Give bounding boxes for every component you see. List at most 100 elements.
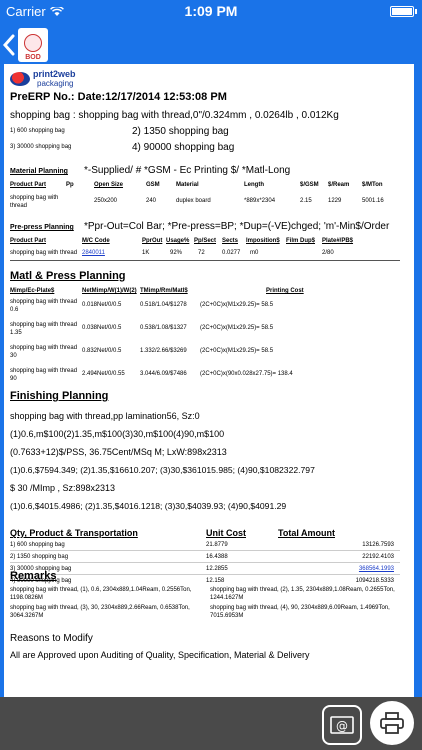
remark-item: shopping bag with thread, (3), 30, 2304x… <box>10 605 190 619</box>
col-header: Open Size <box>94 182 124 188</box>
table-cell: shopping bag with thread 30 <box>10 345 78 359</box>
qty-item: 2) 1350 shopping bag <box>132 126 229 137</box>
remark-item: shopping bag with thread, (4), 90, 2304x… <box>210 605 390 619</box>
finishing-line: (0.7633+12)$/PSS, 36.75Cent/MSq M; LxW:8… <box>10 447 227 457</box>
col-header: $/Ream <box>328 182 350 188</box>
table-cell: 250x200 <box>94 198 118 204</box>
remark-item: shopping bag with thread, (1), 0.6, 2304… <box>10 587 192 601</box>
back-chevron-icon[interactable] <box>2 34 16 56</box>
table-cell: *889x*2304 <box>244 198 276 204</box>
remark-item: shopping bag with thread, (2), 1.35, 230… <box>210 587 395 601</box>
material-planning-legend: *-Supplied/ # *GSM - Ec Printing $/ *Mat… <box>84 165 291 176</box>
bod-logo-icon[interactable]: BOD <box>18 28 48 62</box>
col-header: TMimp/Rm/Matl$ <box>140 288 188 294</box>
table-cell: 0.832Net/0/0.5 <box>82 348 122 354</box>
status-bar: Carrier 1:09 PM <box>0 0 422 24</box>
print-button[interactable] <box>370 701 414 745</box>
col-header: Film Dup$ <box>286 238 316 244</box>
globe-icon <box>10 72 30 86</box>
table-cell: shopping bag with thread <box>10 195 59 209</box>
col-header: M/C Code <box>82 238 110 244</box>
table-cell: 2) 1350 shopping bag <box>10 554 69 560</box>
qty-transport-title: Qty, Product & Transportation <box>10 528 138 538</box>
product-line: shopping bag : shopping bag with thread,… <box>10 110 339 121</box>
col-header: $/GSM <box>300 182 319 188</box>
table-cell: (2C+0C)x(M1x29.25)= 58.5 <box>200 348 274 354</box>
table-cell: (2C+0C)x(90x0.028x27.75)= 138.4 <box>200 371 293 377</box>
table-cell: 1K <box>142 250 150 256</box>
email-button[interactable]: @ <box>322 705 362 745</box>
matl-press-title: Matl & Press Planning <box>10 270 126 282</box>
col-header: Plate#/PB$ <box>322 238 354 244</box>
table-cell: shopping bag with thread 0.6 <box>10 299 78 313</box>
print-icon <box>380 712 404 734</box>
table-cell: 1.332/2.66/$3269 <box>140 348 187 354</box>
bod-logo-label: BOD <box>25 54 41 61</box>
table-cell: 22192.4103 <box>362 554 394 560</box>
table-cell: 92% <box>170 250 183 256</box>
table-cell: 1) 600 shopping bag <box>10 542 65 548</box>
table-cell: 3.044/6.09/$7486 <box>140 371 187 377</box>
col-header: $/MTon <box>362 182 383 188</box>
page-title: PreERP No.: Date:12/17/2014 12:53:08 PM <box>10 91 227 103</box>
col-header: PprOut <box>142 238 163 244</box>
brand-name: print2web <box>33 69 76 79</box>
table-cell: 1094218.5333 <box>355 578 394 584</box>
qty-item: 4) 90000 shopping bag <box>132 142 235 153</box>
brand-logo: print2web packaging <box>10 70 76 88</box>
table-cell: 2.494Net/0/0.55 <box>82 371 125 377</box>
battery-icon <box>390 6 414 17</box>
finishing-line: (1)0.6,$7594.349; (2)1.35,$16610.207; (3… <box>10 465 315 475</box>
prepress-planning-legend: *Ppr-Out=Col Bar; *Pre-press=BP; *Dup=(-… <box>84 221 390 232</box>
col-header: Product Part <box>10 182 47 188</box>
finishing-line: (1)0.6,$4015.4986; (2)1.35,$4016.1218; (… <box>10 501 287 511</box>
col-header: Unit Cost <box>206 528 246 538</box>
col-header: Pp/Sect <box>194 238 217 244</box>
table-cell: 12.158 <box>206 578 225 584</box>
table-cell: 0.0277 <box>222 250 241 256</box>
reasons-text: All are Approved upon Auditing of Qualit… <box>10 650 310 660</box>
finishing-title: Finishing Planning <box>10 390 109 402</box>
table-cell: 0.018Net/0/0.5 <box>82 302 122 308</box>
preerp-document: print2web packaging PreERP No.: Date:12/… <box>4 64 414 697</box>
table-cell: 16.4388 <box>206 554 228 560</box>
remarks-title: Remarks <box>10 570 57 582</box>
col-header: Imposition$ <box>246 238 280 244</box>
finishing-line: shopping bag with thread,pp lamination56… <box>10 411 200 421</box>
table-cell: shopping bag with thread 1.35 <box>10 322 78 336</box>
col-header: Mimp/Ec-Plate$ <box>10 288 55 294</box>
table-cell: 72 <box>198 250 205 256</box>
reasons-title: Reasons to Modify <box>10 633 93 644</box>
col-header: NetMimp/W(1)/W(2) <box>82 288 137 294</box>
qty-item: 1) 600 shopping bag <box>10 128 65 134</box>
col-header: Printing Cost <box>266 288 304 294</box>
table-cell: m0 <box>250 250 259 256</box>
table-cell: 13126.7593 <box>362 542 394 548</box>
table-cell: 12.2855 <box>206 566 228 572</box>
col-header: Usage% <box>166 238 190 244</box>
table-cell: (2C+0C)x(M1x29.25)= 58.5 <box>200 302 274 308</box>
material-planning-title: Material Planning <box>10 168 68 175</box>
prepress-planning-title: Pre-press Planning <box>10 224 74 231</box>
mc-code-link[interactable]: 2840011 <box>82 250 105 256</box>
table-cell: 21.8779 <box>206 542 228 548</box>
table-cell: 2/80 <box>322 250 334 256</box>
total-amount-link[interactable]: 368564.1993 <box>304 566 394 572</box>
table-cell: 0.518/1.04/$1278 <box>140 302 187 308</box>
table-cell: duplex board <box>176 198 211 204</box>
clock: 1:09 PM <box>184 3 238 19</box>
table-cell: 0.538/1.08/$1327 <box>140 325 187 331</box>
col-header: Length <box>244 182 264 188</box>
col-header: Total Amount <box>278 528 335 538</box>
table-cell: 0.038Net/0/0.5 <box>82 325 122 331</box>
finishing-line: $ 30 /MImp , Sz:898x2313 <box>10 483 116 493</box>
col-header: Product Part <box>10 238 47 244</box>
qty-item: 3) 30000 shopping bag <box>10 144 72 150</box>
col-header: GSM <box>146 182 160 188</box>
col-header: Material <box>176 182 199 188</box>
col-header: Pp <box>66 182 74 188</box>
nav-bar: BOD <box>0 24 422 64</box>
finishing-line: (1)0.6,m$100(2)1.35,m$100(3)30,m$100(4)9… <box>10 429 225 439</box>
table-cell: 2.15 <box>300 198 312 204</box>
email-icon: @ <box>330 716 354 734</box>
